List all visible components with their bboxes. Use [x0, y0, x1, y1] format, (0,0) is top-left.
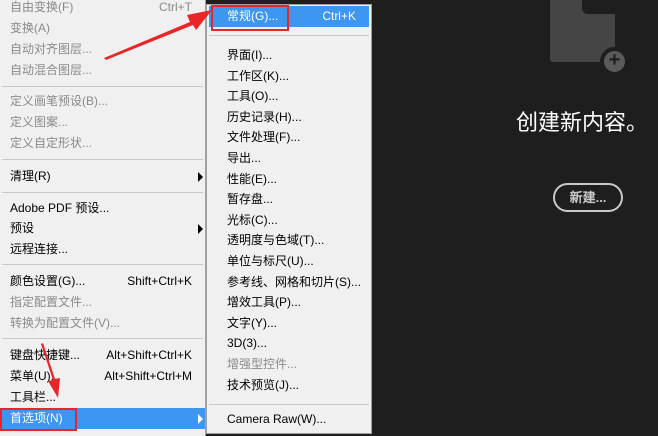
submenu-item[interactable]: 性能(E)... — [209, 169, 369, 190]
menu-item[interactable]: 菜单(U)... Alt+Shift+Ctrl+M — [0, 366, 205, 387]
menu-item-label: 颜色设置(G)... — [10, 274, 86, 288]
submenu-item[interactable]: 导出... — [209, 148, 369, 169]
menu-item-label: 透明度与色域(T)... — [227, 233, 325, 248]
menu-item[interactable]: 清理(R) — [0, 166, 205, 187]
menu-item: 变换(A) — [0, 18, 205, 39]
submenu-item: 增强型控件... — [209, 354, 369, 375]
shortcut-label: Ctrl+T — [159, 0, 192, 14]
menu-item-label: 文字(Y)... — [227, 315, 277, 330]
menu-item-label: 增强型控件... — [227, 357, 298, 371]
menu-item[interactable]: Adobe PDF 预设... — [0, 198, 205, 219]
new-button[interactable]: 新建... — [553, 183, 623, 212]
menu-item-label: 历史记录(H)... — [227, 109, 302, 124]
submenu-item[interactable]: 单位与标尺(U)... — [209, 251, 369, 272]
menu-item[interactable]: 远程连接... — [0, 239, 205, 260]
menu-item-label: 自动对齐图层... — [10, 42, 93, 56]
submenu-item[interactable]: 参考线、网格和切片(S)... — [209, 272, 369, 293]
menu-item[interactable]: 工具栏... — [0, 387, 205, 408]
menu-item-label: 菜单(U)... — [10, 369, 61, 383]
menu-item-label: 技术预览(J)... — [227, 377, 299, 392]
menu-item-label: 自由变换(F) — [10, 0, 74, 14]
submenu-item[interactable]: 工具(O)... — [209, 86, 369, 107]
menu-item-label: 工具(O)... — [227, 89, 279, 104]
menu-item-label: 定义自定形状... — [10, 136, 93, 150]
menu-item-label: 自动混合图层... — [10, 63, 93, 77]
menu-item-label: 远程连接... — [10, 242, 69, 256]
menu-item-label: 变换(A) — [10, 21, 50, 35]
menu-item[interactable]: 颜色设置(G)... Shift+Ctrl+K — [0, 271, 205, 292]
submenu-item[interactable]: 界面(I)... — [209, 45, 369, 66]
menu-item-label: 参考线、网格和切片(S)... — [227, 274, 361, 289]
menu-separator — [2, 338, 203, 339]
menu-separator — [209, 35, 369, 36]
menu-item-label: 3D(3)... — [227, 336, 268, 351]
menu-item-label: 工具栏... — [10, 390, 57, 404]
menu-item-label: 单位与标尺(U)... — [227, 254, 314, 268]
menu-item[interactable]: 键盘快捷键... Alt+Shift+Ctrl+K — [0, 345, 205, 366]
menu-separator — [2, 264, 203, 265]
shortcut-label: Alt+Shift+Ctrl+M — [104, 369, 192, 383]
submenu-item[interactable]: 透明度与色域(T)... — [209, 230, 369, 251]
menu-item: 自动对齐图层... — [0, 39, 205, 60]
shortcut-label: Ctrl+K — [322, 9, 356, 23]
submenu-arrow-icon — [198, 414, 203, 424]
menu-item-label: 导出... — [227, 151, 262, 165]
menu-item-label: 定义画笔预设(B)... — [10, 94, 108, 108]
document-fold — [582, 0, 615, 14]
submenu-arrow-icon — [198, 172, 203, 182]
menu-item: 定义画笔预设(B)... — [0, 91, 205, 112]
annotation-box-general — [211, 5, 289, 31]
submenu-item[interactable]: Camera Raw(W)... — [209, 409, 369, 430]
menu-item-label: 文件处理(F)... — [227, 130, 301, 145]
menu-item-label: 清理(R) — [10, 169, 51, 183]
menu-item: 自动混合图层... — [0, 60, 205, 81]
submenu-item[interactable]: 历史记录(H)... — [209, 107, 369, 128]
submenu-item[interactable]: 光标(C)... — [209, 210, 369, 231]
submenu-item[interactable]: 工作区(K)... — [209, 66, 369, 87]
menu-item-label: 定义图案... — [10, 115, 69, 129]
shortcut-label: Shift+Ctrl+K — [127, 274, 192, 288]
menu-item: 自由变换(F) Ctrl+T — [0, 0, 205, 18]
menu-separator — [2, 159, 203, 160]
menu-item-label: 指定配置文件... — [10, 295, 93, 309]
menu-item-label: 增效工具(P)... — [227, 295, 301, 310]
menu-item-label: 工作区(K)... — [227, 68, 289, 83]
submenu-item[interactable]: 暂存盘... — [209, 189, 369, 210]
menu-item: 定义自定形状... — [0, 133, 205, 154]
preferences-submenu: 常规(G)... Ctrl+K 界面(I)... 工作区(K)... 工具(O)... 历… — [206, 4, 372, 434]
submenu-item[interactable]: 文字(Y)... — [209, 313, 369, 334]
annotation-box-preferences — [0, 408, 77, 431]
menu-item: 转换为配置文件(V)... — [0, 313, 205, 334]
menu-item-label: 性能(E)... — [227, 171, 277, 186]
menu-item[interactable]: 预设 — [0, 218, 205, 239]
submenu-item[interactable]: 文件处理(F)... — [209, 127, 369, 148]
submenu-item[interactable]: 技术预览(J)... — [209, 375, 369, 396]
menu-item-label: 界面(I)... — [227, 48, 273, 62]
shortcut-label: Alt+Shift+Ctrl+K — [106, 348, 192, 362]
menu-separator — [2, 86, 203, 87]
edit-menu: 自由变换(F) Ctrl+T 变换(A) 自动对齐图层... 自动混合图层... 定义画笔… — [0, 0, 206, 436]
submenu-item[interactable]: 增效工具(P)... — [209, 292, 369, 313]
submenu-arrow-icon — [198, 224, 203, 234]
create-new-heading: 创建新内容。 — [516, 110, 649, 135]
menu-item: 指定配置文件... — [0, 292, 205, 313]
menu-separator — [209, 404, 369, 405]
menu-item-label: 键盘快捷键... — [10, 348, 81, 362]
menu-item-label: Adobe PDF 预设... — [10, 201, 110, 215]
plus-icon: + — [600, 47, 629, 76]
menu-item-label: 转换为配置文件(V)... — [10, 316, 120, 330]
menu-item-label: 暂存盘... — [227, 192, 274, 207]
menu-item-label: 光标(C)... — [227, 212, 278, 227]
menu-separator — [2, 192, 203, 193]
menu-item-label: 预设 — [10, 221, 35, 235]
submenu-item[interactable]: 3D(3)... — [209, 333, 369, 354]
menu-item-label: Camera Raw(W)... — [227, 412, 327, 426]
menu-item: 定义图案... — [0, 112, 205, 133]
